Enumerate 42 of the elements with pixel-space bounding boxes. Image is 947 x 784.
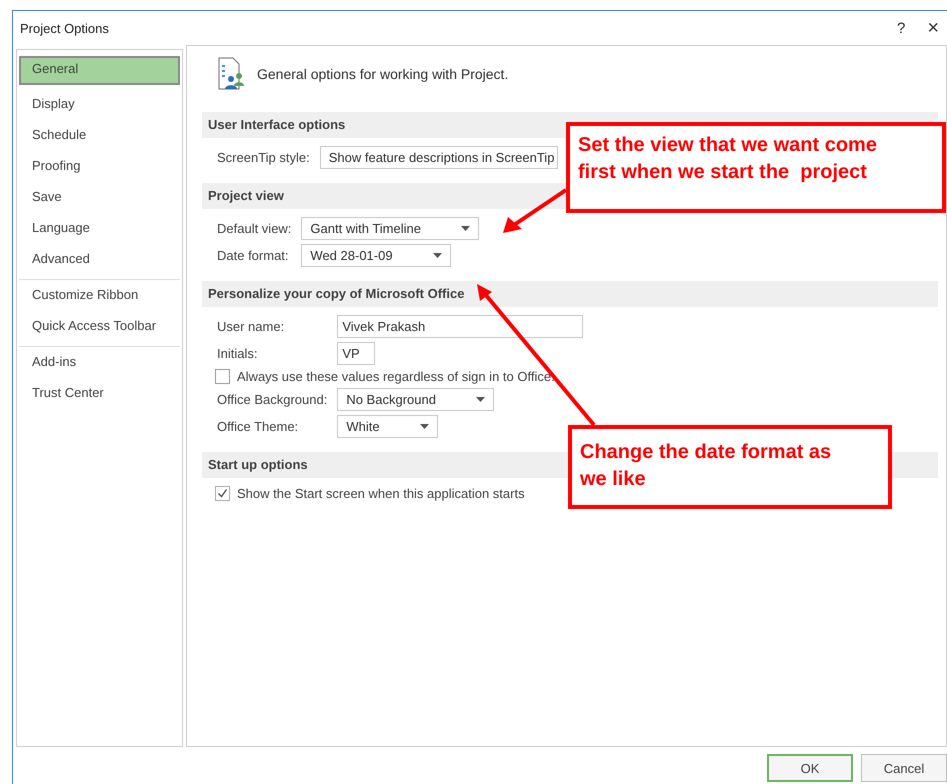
- checkbox[interactable]: [215, 369, 230, 384]
- text-field[interactable]: Vivek Prakash: [337, 315, 584, 338]
- dropdown[interactable]: Wed 28-01-09: [301, 244, 451, 267]
- field-label: Office Background:: [217, 392, 328, 407]
- field-label: Initials:: [217, 346, 258, 361]
- window-title: Project Options: [20, 20, 109, 36]
- sidebar-item[interactable]: Save: [19, 184, 180, 209]
- dropdown[interactable]: White: [337, 415, 438, 438]
- help-button[interactable]: ?: [894, 16, 908, 40]
- caret-icon: [476, 397, 485, 402]
- ok-button[interactable]: OK: [767, 754, 853, 782]
- sidebar-item[interactable]: Schedule: [19, 122, 180, 147]
- text-field[interactable]: VP: [337, 342, 376, 365]
- sidebar-item[interactable]: Trust Center: [19, 380, 180, 405]
- field-label: Default view:: [217, 221, 292, 236]
- sidebar-item[interactable]: Advanced: [19, 246, 180, 271]
- sidebar-item[interactable]: Add-ins: [19, 349, 180, 374]
- callout-text: first when we start the project: [578, 160, 868, 185]
- dropdown[interactable]: Gantt with Timeline: [301, 217, 479, 240]
- caret-icon: [420, 424, 429, 429]
- close-button[interactable]: ×: [925, 16, 941, 40]
- field-label: User name:: [217, 319, 286, 334]
- caret-icon: [460, 226, 470, 231]
- caret-icon: [432, 253, 442, 258]
- sidebar-item[interactable]: Customize Ribbon: [19, 282, 180, 307]
- dropdown[interactable]: Show feature descriptions in ScreenTip: [320, 146, 558, 169]
- page-heading: General options for working with Project.: [257, 66, 508, 82]
- checkbox[interactable]: [215, 486, 230, 501]
- sidebar-item[interactable]: General: [19, 56, 180, 85]
- cancel-button[interactable]: Cancel: [861, 754, 947, 782]
- dropdown[interactable]: No Background: [337, 388, 494, 411]
- checkbox-label: Always use these values regardless of sign in to Office.: [237, 369, 555, 384]
- sidebar-item[interactable]: Proofing: [19, 153, 180, 178]
- options-page-icon: [217, 57, 245, 91]
- sidebar-item[interactable]: Display: [19, 91, 180, 116]
- sidebar-item[interactable]: Quick Access Toolbar: [19, 313, 180, 338]
- section-header: Personalize your copy of Microsoft Office: [202, 281, 938, 307]
- field-label: ScreenTip style:: [217, 150, 310, 165]
- sidebar-item[interactable]: Language: [19, 215, 180, 240]
- checkbox-label: Show the Start screen when this application starts: [237, 486, 525, 501]
- field-label: Date format:: [217, 248, 290, 263]
- field-label: Office Theme:: [217, 419, 300, 434]
